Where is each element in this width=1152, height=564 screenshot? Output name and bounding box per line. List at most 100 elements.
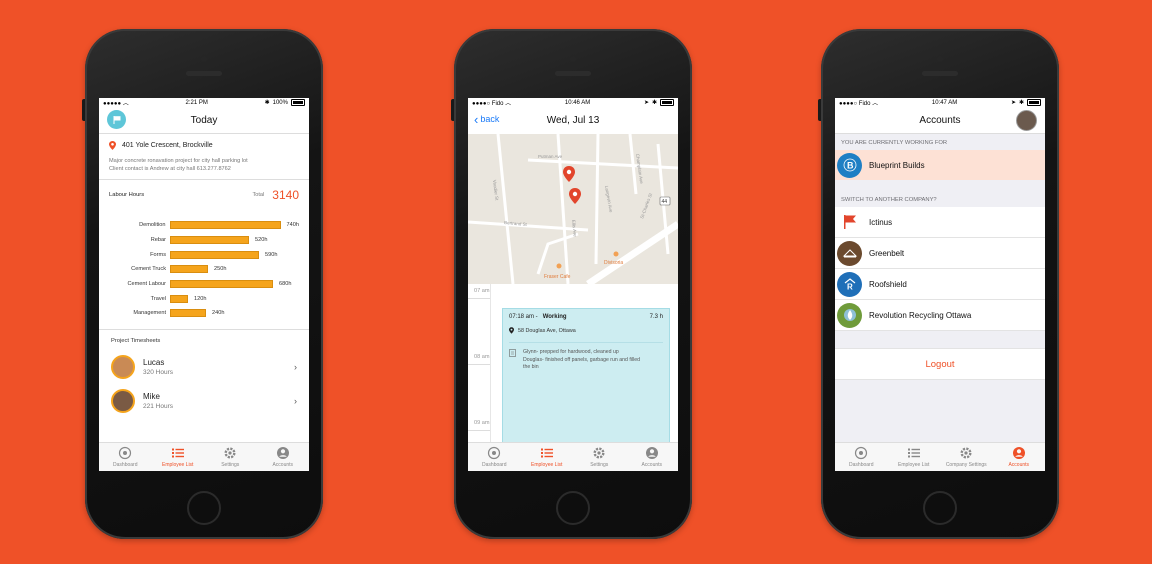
tab-label: Employee List <box>531 462 563 468</box>
map-streets: Putman Ave Langevin Ave Champlain Ave St… <box>468 134 678 284</box>
note-edit-icon <box>509 349 516 357</box>
current-company-row: B Blueprint Builds <box>835 150 1045 180</box>
day-detail-screen: ●●●●○ Fido ︿ 10:46 AM ➤ ✱ ‹ back Wed, Jul … <box>468 98 678 471</box>
labour-bar-row: Rebar 520h <box>109 233 299 248</box>
list-icon <box>171 446 185 460</box>
location-pin-icon <box>109 141 116 150</box>
tab-employee-list[interactable]: Employee List <box>152 443 205 471</box>
gear-icon <box>223 446 237 460</box>
bar-value: 240h <box>212 310 225 317</box>
hour-label: 08 am <box>474 354 490 360</box>
person-name: Lucas <box>143 357 165 367</box>
accounts-screen: ●●●●○ Fido ︿ 10:47 AM ➤ ✱ Accounts YOU AR… <box>835 98 1045 471</box>
hour-line <box>468 298 490 299</box>
list-icon <box>540 446 554 460</box>
labour-bar <box>170 280 273 289</box>
map-pin-icon[interactable] <box>569 188 581 204</box>
company-name: Ictinus <box>869 217 893 227</box>
tab-dashboard[interactable]: Dashboard <box>468 443 521 471</box>
switch-company-header: SWITCH TO ANOTHER COMPANY? <box>835 180 1045 207</box>
hour-label: 07 am <box>474 288 490 294</box>
map-pin-icon[interactable] <box>563 166 575 182</box>
labour-bar-row: Cement Labour 680h <box>109 277 299 292</box>
tab-accounts[interactable]: Accounts <box>626 443 679 471</box>
project-description-1: Major concrete ronavation project for ci… <box>109 158 248 164</box>
timesheet-row-lucas[interactable]: Lucas 320 Hours › <box>99 350 309 384</box>
tab-employee-list[interactable]: Employee List <box>521 443 574 471</box>
tab-accounts[interactable]: Accounts <box>257 443 310 471</box>
bar-value: 590h <box>265 251 278 258</box>
status-bar: ●●●●○ Fido ︿ 10:47 AM ➤ ✱ <box>835 98 1045 107</box>
bluetooth-icon: ✱ <box>264 100 270 106</box>
bluetooth-icon: ✱ <box>651 100 657 106</box>
labour-bar <box>170 309 206 318</box>
labour-bar <box>170 250 259 259</box>
roofshield-logo-icon: R <box>837 271 862 297</box>
labour-bar-row: Management 240h <box>109 306 299 321</box>
total-label: Total <box>252 192 265 198</box>
location-arrow-icon: ➤ <box>1010 100 1016 106</box>
home-button[interactable] <box>923 491 957 525</box>
recycling-logo-icon <box>837 302 862 328</box>
company-row-revolution-recycling[interactable]: Revolution Recycling Ottawa <box>835 300 1045 331</box>
status-bar: ●●●●○ Fido ︿ 10:46 AM ➤ ✱ <box>468 98 678 107</box>
home-button[interactable] <box>556 491 590 525</box>
company-row-roofshield[interactable]: R Roofshield <box>835 269 1045 300</box>
labour-bar-row: Demolition 740h <box>109 218 299 233</box>
tab-company-settings[interactable]: Company Settings <box>940 443 993 471</box>
gear-icon <box>959 446 973 460</box>
dashboard-icon <box>854 446 868 460</box>
bluetooth-icon: ✱ <box>1018 100 1024 106</box>
timeline-axis <box>490 284 491 443</box>
tab-bar: Dashboard Employee List Settings Accounts <box>99 442 309 471</box>
avatar <box>111 354 135 379</box>
tab-settings[interactable]: Settings <box>204 443 257 471</box>
tab-dashboard[interactable]: Dashboard <box>835 443 888 471</box>
back-button[interactable]: ‹ back <box>474 111 499 127</box>
tab-accounts[interactable]: Accounts <box>993 443 1046 471</box>
tab-bar: Dashboard Employee List Company Settings Ac… <box>835 442 1045 471</box>
company-row-greenbelt[interactable]: Greenbelt <box>835 238 1045 269</box>
timesheet-row-mike[interactable]: Mike 221 Hours › <box>99 384 309 418</box>
status-time: 10:47 AM <box>931 99 958 106</box>
map-view[interactable]: Putman Ave Langevin Ave Champlain Ave St… <box>468 134 678 284</box>
project-description-2: Client contact is Andrew at city hall 61… <box>109 166 231 172</box>
flag-logo-icon[interactable] <box>107 110 126 129</box>
company-name: Roofshield <box>869 279 907 289</box>
account-icon <box>645 446 659 460</box>
logout-button[interactable]: Logout <box>835 348 1045 380</box>
work-event-card[interactable]: 07:18 am - Working 7.3 h 58 Douglas Ave,… <box>502 308 670 443</box>
greenbelt-logo-icon <box>837 240 862 266</box>
bar-value: 680h <box>279 281 292 288</box>
tab-label: Settings <box>590 462 609 468</box>
tab-label: Employee List <box>898 462 930 468</box>
earpiece <box>555 71 591 76</box>
tab-dashboard[interactable]: Dashboard <box>99 443 152 471</box>
status-bar: ●●●●● ︿ 2:21 PM ✱ 100% <box>99 98 309 107</box>
tab-employee-list[interactable]: Employee List <box>888 443 941 471</box>
location-pin-icon <box>509 327 514 334</box>
phone-accounts: ●●●●○ Fido ︿ 10:47 AM ➤ ✱ Accounts YOU AR… <box>818 29 1059 539</box>
labour-bar-row: Travel 120h <box>109 291 299 306</box>
bar-label: Cement Truck <box>131 266 166 273</box>
labour-bar-chart: Demolition 740h Rebar 520h Forms 590h Cement T… <box>109 218 299 321</box>
list-icon <box>907 446 921 460</box>
person-hours: 320 Hours <box>143 368 173 376</box>
tab-settings[interactable]: Settings <box>573 443 626 471</box>
hour-line <box>468 364 490 365</box>
timesheets-title: Project Timesheets <box>111 337 161 344</box>
tab-label: Accounts <box>641 462 663 468</box>
chevron-left-icon: ‹ <box>474 111 479 127</box>
company-row-ictinus[interactable]: Ictinus <box>835 207 1045 238</box>
current-company-name: Blueprint Builds <box>869 160 925 170</box>
home-button[interactable] <box>187 491 221 525</box>
battery-icon <box>290 99 305 106</box>
user-avatar[interactable] <box>1016 110 1037 131</box>
bar-label: Demolition <box>139 222 166 229</box>
hour-line <box>468 430 490 431</box>
labour-bar <box>170 265 208 274</box>
location-arrow-icon: ➤ <box>643 100 649 106</box>
company-name: Greenbelt <box>869 248 905 258</box>
tab-label: Accounts <box>1008 462 1030 468</box>
earpiece <box>186 71 222 76</box>
